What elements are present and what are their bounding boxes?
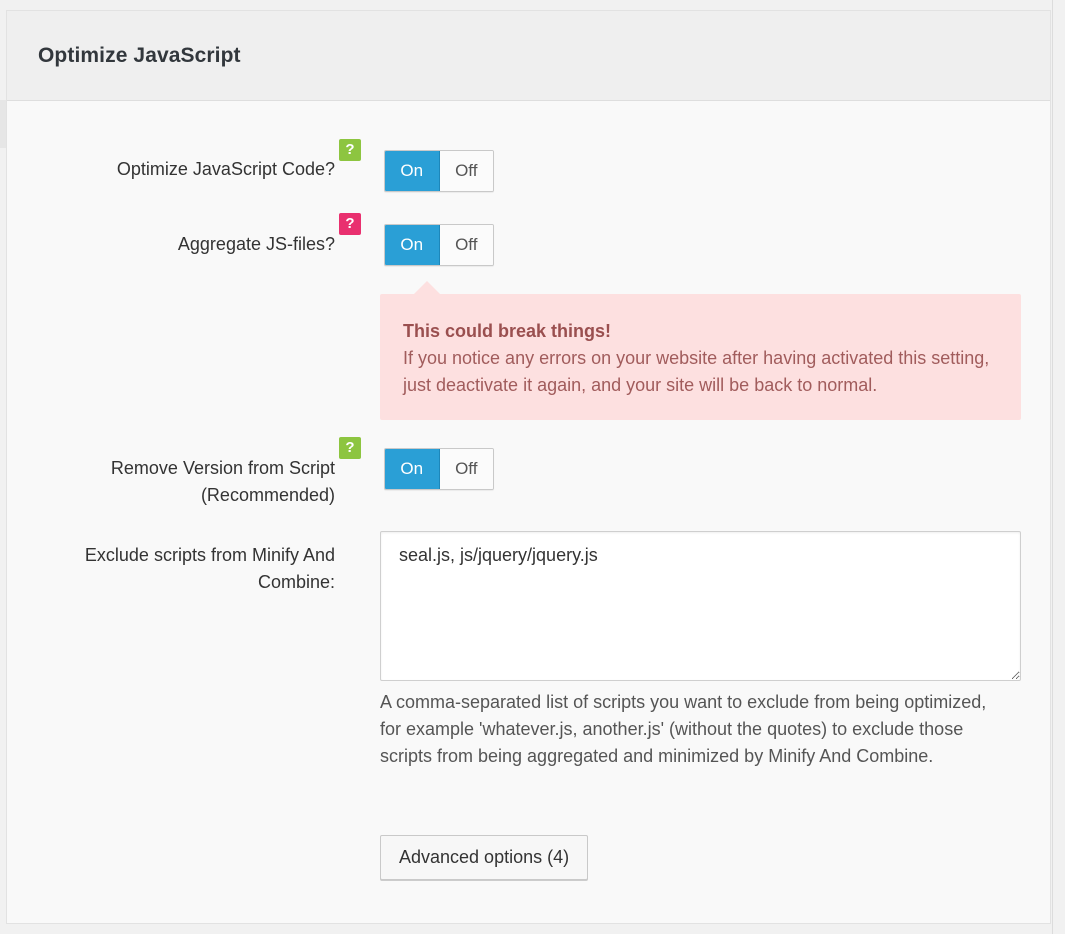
toggle-off-option[interactable]: Off <box>439 225 493 265</box>
toggle-on-option[interactable]: On <box>385 151 440 191</box>
exclude-scripts-description: A comma-separated list of scripts you wa… <box>380 692 987 766</box>
remove-version-label: Remove Version from Script (Recommended) <box>5 455 335 509</box>
aggregate-js-toggle[interactable]: On Off <box>384 224 494 266</box>
remove-version-toggle[interactable]: On Off <box>384 448 494 490</box>
toggle-off-option[interactable]: Off <box>439 449 493 489</box>
question-mark-icon[interactable]: ? <box>339 139 361 161</box>
page: Optimize JavaScript Optimize JavaScript … <box>0 0 1065 934</box>
optimize-js-label: Optimize JavaScript Code? <box>116 159 335 179</box>
aggregate-js-label: Aggregate JS-files? <box>177 234 335 254</box>
exclude-scripts-label-line1: Exclude scripts from Minify And <box>84 545 335 565</box>
toggle-off-option[interactable]: Off <box>439 151 493 191</box>
panel-header: Optimize JavaScript <box>7 11 1050 101</box>
top-strip <box>0 0 1065 10</box>
warning-body: If you notice any errors on your website… <box>403 348 990 395</box>
exclude-scripts-wrapper: seal.js, js/jquery/jquery.js <box>380 531 1021 681</box>
page-title: Optimize JavaScript <box>38 43 241 67</box>
warning-box: This could break things! If you notice a… <box>380 294 1021 420</box>
question-mark-icon[interactable]: ? <box>339 213 361 235</box>
warning-arrow <box>413 281 441 295</box>
warning-title: This could break things! <box>403 321 612 341</box>
question-mark-icon[interactable]: ? <box>339 437 361 459</box>
right-scroll-edge <box>1052 0 1065 934</box>
advanced-options-button[interactable]: Advanced options (4) <box>380 835 589 880</box>
settings-panel: Optimize JavaScript Optimize JavaScript … <box>6 10 1051 924</box>
exclude-scripts-label: Exclude scripts from Minify And Combine: <box>5 542 335 596</box>
exclude-scripts-textarea[interactable]: seal.js, js/jquery/jquery.js <box>380 531 1021 681</box>
remove-version-label-line1: Remove Version from Script <box>110 458 335 478</box>
remove-version-label-line2: (Recommended) <box>200 485 335 505</box>
exclude-scripts-label-line2: Combine: <box>257 572 335 592</box>
toggle-on-option[interactable]: On <box>385 225 440 265</box>
toggle-on-option[interactable]: On <box>385 449 440 489</box>
optimize-js-toggle[interactable]: On Off <box>384 150 494 192</box>
